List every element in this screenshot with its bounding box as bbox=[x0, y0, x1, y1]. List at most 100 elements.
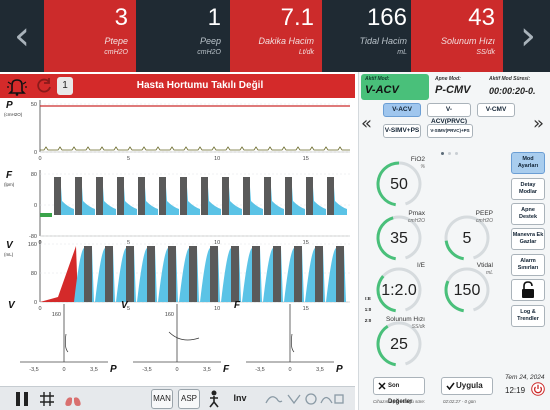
knob-solunum-hizi[interactable]: Solunum Hızı SS/dk 25 bbox=[373, 316, 425, 368]
flow-bar bbox=[159, 177, 166, 215]
ie-option[interactable]: 1:0 bbox=[363, 307, 373, 312]
side-button-log-trendler[interactable]: Log & Trendler bbox=[511, 305, 545, 327]
knob-peep[interactable]: PEEP cmH2O 5 bbox=[441, 210, 493, 262]
knob-value: 5 bbox=[462, 230, 472, 247]
pause-icon[interactable] bbox=[12, 389, 32, 409]
knob-label: Pmax bbox=[408, 210, 425, 217]
knob-label: FiO2 bbox=[410, 156, 425, 163]
flow-bar bbox=[285, 177, 292, 215]
last-values-button[interactable]: Son Değerler bbox=[373, 377, 425, 405]
side-button-manevra[interactable]: Manevra Ek Gazlar bbox=[511, 228, 545, 250]
knob-value: 25 bbox=[390, 336, 408, 353]
knob-value: 35 bbox=[390, 230, 408, 247]
metric-label: Peep bbox=[199, 36, 221, 46]
metric-value: 166 bbox=[366, 4, 407, 31]
ie-option[interactable]: 2:0 bbox=[363, 318, 373, 323]
side-button-alarm-sinirlari[interactable]: Alarm Sınırları bbox=[511, 254, 545, 276]
x-tick-label: 0 bbox=[38, 156, 41, 162]
chevron-left-icon[interactable]: ‹ bbox=[0, 0, 44, 72]
metric-unit: cmH2O bbox=[197, 49, 221, 56]
waveform-area: P(cmH2O)500051015F(lpm)800-80051015V(mL)… bbox=[0, 98, 355, 386]
side-button-apne-destek[interactable]: Apne Destek bbox=[511, 203, 545, 225]
y-tick-label: 80 bbox=[31, 271, 37, 277]
man-button[interactable]: MAN bbox=[151, 389, 173, 409]
mode-button-v-cmv[interactable]: V-CMV bbox=[477, 103, 515, 117]
loop-curve bbox=[64, 333, 69, 353]
uptime-value: 02:02:27 - 0 gün bbox=[443, 399, 476, 404]
metric-ptepe: 3 Ptepe cmH2O bbox=[44, 0, 136, 72]
right-panel: Aktif Mod: V-ACV Apne Mod: P-CMV Aktif M… bbox=[358, 72, 550, 410]
mode-button-v-simv-prvc-ps[interactable]: V-SIMV(PRVC)+PS bbox=[427, 124, 473, 138]
waveform-panel: P(cmH2O)500051015F(lpm)800-80051015V(mL)… bbox=[4, 100, 350, 375]
flow-bar bbox=[96, 177, 103, 215]
ventilator-screen: ‹ › 3 Ptepe cmH2O 1 Peep cmH2O 7.1 Dakik… bbox=[0, 0, 550, 410]
flow-bar bbox=[75, 177, 82, 215]
alarm-bell-icon[interactable] bbox=[6, 76, 28, 96]
volume-bar bbox=[210, 246, 218, 302]
loop-x-tick: 0 bbox=[62, 367, 65, 373]
chevron-double-right-icon[interactable]: » bbox=[533, 113, 544, 134]
x-tick-label: 10 bbox=[214, 240, 220, 246]
flow-bar bbox=[243, 177, 250, 215]
reset-icon[interactable] bbox=[34, 76, 54, 96]
wave-label: F bbox=[6, 170, 13, 181]
lungs-icon[interactable] bbox=[62, 389, 84, 409]
mode-button-v-acv[interactable]: V-ACV bbox=[383, 103, 421, 117]
mode-button-v-acv-prvc[interactable]: V-ACV(PRVC) bbox=[427, 103, 471, 125]
pager-dot bbox=[441, 152, 444, 155]
x-tick-label: 15 bbox=[303, 240, 309, 246]
mode-button-v-simv-ps[interactable]: V-SIMV+PS bbox=[383, 124, 421, 138]
alarm-bar[interactable]: 1 Hasta Hortumu Takılı Değil bbox=[0, 74, 355, 98]
chevron-double-left-icon[interactable]: « bbox=[361, 113, 372, 134]
metric-label: Ptepe bbox=[104, 36, 128, 46]
grid-icon[interactable] bbox=[37, 389, 57, 409]
metric-unit: cmH2O bbox=[104, 49, 128, 56]
flow-bar bbox=[54, 177, 61, 215]
mode-time-box: Aktif Mod Süresi: 00:00:20-0. bbox=[485, 74, 549, 100]
alarm-count-badge[interactable]: 1 bbox=[57, 77, 73, 95]
apply-button[interactable]: Uygula bbox=[441, 377, 493, 395]
loop-y-label: F bbox=[234, 300, 241, 311]
flow-bar bbox=[180, 177, 187, 215]
chevron-right-icon[interactable]: › bbox=[506, 0, 550, 72]
ie-option[interactable]: I:E bbox=[363, 296, 373, 301]
volume-bar bbox=[336, 246, 344, 302]
status-icons bbox=[265, 393, 344, 405]
asp-button[interactable]: ASP bbox=[178, 389, 200, 409]
volume-bar bbox=[168, 246, 176, 302]
metric-solunum-hizi: 43 Solunum Hızı SS/dk bbox=[411, 0, 503, 72]
pager-dot bbox=[448, 152, 451, 155]
apne-mode-value: P-CMV bbox=[435, 84, 471, 96]
knob-ie[interactable]: I/E 1:2.0 bbox=[373, 262, 425, 314]
flow-start-marker bbox=[40, 213, 52, 217]
loop-x-tick: 3,5 bbox=[316, 367, 324, 373]
knob-vtidal[interactable]: Vtidal mL 150 bbox=[441, 262, 493, 314]
metric-value: 1 bbox=[207, 4, 221, 31]
knob-pmax[interactable]: Pmax cmH2O 35 bbox=[373, 210, 425, 262]
inv-button[interactable]: Inv bbox=[226, 389, 254, 409]
pressure-trace bbox=[40, 146, 350, 151]
metric-peep: 1 Peep cmH2O bbox=[137, 0, 229, 72]
wave-unit: (lpm) bbox=[4, 182, 15, 187]
lock-button[interactable] bbox=[511, 279, 545, 301]
wave-label: V bbox=[6, 240, 14, 251]
metric-label: Solunum Hızı bbox=[440, 36, 495, 46]
volume-bar bbox=[231, 246, 239, 302]
date-display: Tem 24, 2024 bbox=[505, 374, 545, 381]
side-button-detay-modlar[interactable]: Detay Modlar bbox=[511, 178, 545, 200]
loop-y-tick: 160 bbox=[52, 312, 61, 318]
knob-unit: mL bbox=[486, 270, 493, 276]
volume-bar bbox=[105, 246, 113, 302]
person-icon[interactable] bbox=[205, 389, 223, 409]
metric-value: 3 bbox=[114, 4, 128, 31]
volume-bar bbox=[189, 246, 197, 302]
loop-curve bbox=[290, 333, 295, 353]
power-icon[interactable] bbox=[531, 382, 545, 396]
flow-bar bbox=[264, 177, 271, 215]
x-tick-label: 0 bbox=[38, 306, 41, 312]
flow-bar bbox=[306, 177, 313, 215]
active-mode-box: Aktif Mod: V-ACV bbox=[361, 74, 429, 100]
knob-unit: cmH2O bbox=[476, 218, 493, 224]
knob-fio2[interactable]: FiO2 % 50 bbox=[373, 156, 425, 208]
side-button-mod-ayarlari[interactable]: Mod Ayarları bbox=[511, 152, 545, 174]
